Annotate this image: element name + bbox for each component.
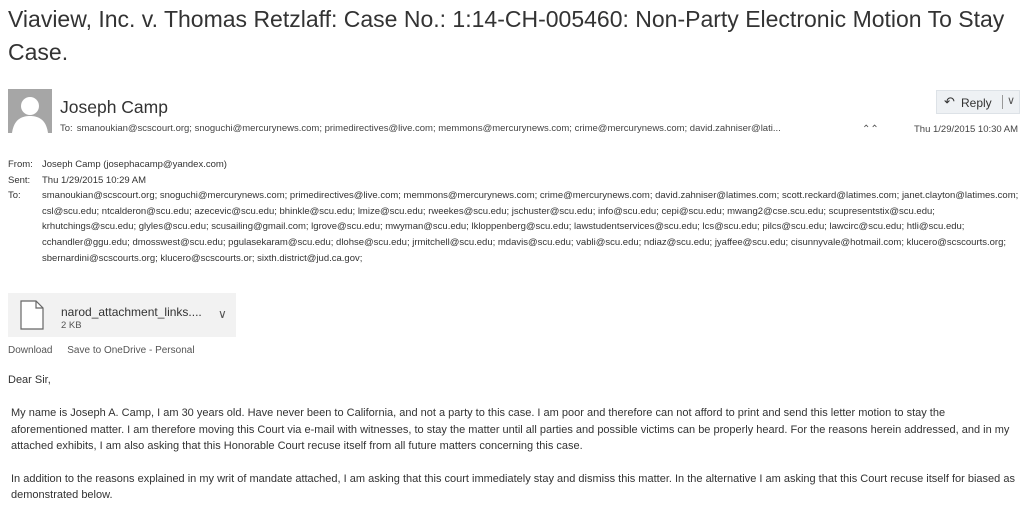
chevron-down-icon[interactable]: ∨ (218, 307, 227, 321)
person-placeholder-icon (8, 89, 52, 133)
download-link[interactable]: Download (8, 345, 52, 356)
avatar (8, 89, 52, 133)
document-icon (20, 300, 44, 335)
sent-value: Thu 1/29/2015 10:29 AM (42, 174, 147, 186)
from-value[interactable]: Joseph Camp (josephacamp@yandex.com) (42, 157, 1022, 173)
reply-arrow-icon: ↶ (944, 94, 955, 109)
body-paragraph: My name is Joseph A. Camp, I am 30 years… (11, 407, 1010, 453)
to-summary[interactable]: smanoukian@scscourt.org; snoguchi@mercur… (77, 123, 781, 134)
to-full-recipients[interactable]: smanoukian@scscourt.org; snoguchi@mercur… (42, 188, 1022, 266)
save-to-onedrive-link[interactable]: Save to OneDrive - Personal (67, 345, 194, 356)
reply-label: Reply (961, 96, 992, 110)
sent-label: Sent: (8, 174, 31, 186)
to-label: To: (60, 123, 73, 134)
to-summary-line: To: smanoukian@scscourt.org; snoguchi@mer… (60, 123, 860, 134)
chevron-up-double-icon[interactable]: ⌃⌃ (862, 124, 879, 135)
to-full-label: To: (8, 190, 21, 202)
sender-name[interactable]: Joseph Camp (60, 97, 168, 118)
email-subject: Viaview, Inc. v. Thomas Retzlaff: Case N… (8, 6, 1005, 65)
attachment-card[interactable]: narod_attachment_links.... 2 KB ∨ (8, 293, 236, 337)
message-body: Dear Sir, My name is Joseph A. Camp, I a… (8, 372, 1018, 503)
reply-button[interactable]: ↶ Reply ∨ (936, 90, 1020, 114)
attachment-actions: Download Save to OneDrive - Personal (8, 345, 207, 356)
chevron-down-icon[interactable]: ∨ (1007, 94, 1015, 107)
body-paragraph: In addition to the reasons explained in … (11, 472, 1015, 502)
header-date: Thu 1/29/2015 10:30 AM (914, 124, 1019, 135)
from-label: From: (8, 159, 33, 170)
attachment-name: narod_attachment_links.... (61, 305, 202, 319)
greeting: Dear Sir, (8, 374, 51, 386)
message-details: From: Joseph Camp (josephacamp@yandex.co… (8, 157, 1022, 266)
reply-divider (1002, 95, 1003, 109)
attachment-size: 2 KB (61, 320, 82, 331)
